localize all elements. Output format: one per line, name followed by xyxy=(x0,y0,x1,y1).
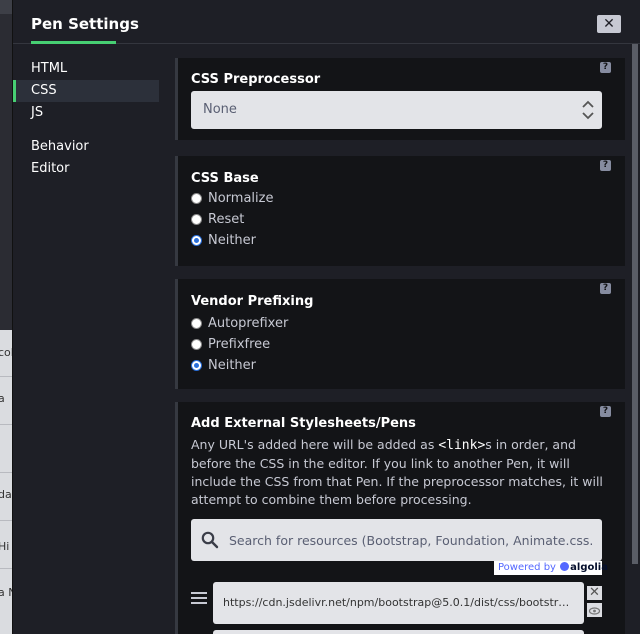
sidebar-item-editor[interactable]: Editor xyxy=(13,158,159,180)
background-fragment: da xyxy=(0,488,12,501)
css-preprocessor-select[interactable]: None xyxy=(191,91,602,129)
external-description: Any URL's added here will be added as <l… xyxy=(191,436,606,509)
drag-handle-icon[interactable] xyxy=(191,592,207,606)
help-icon[interactable]: ? xyxy=(600,283,611,294)
radio-button[interactable] xyxy=(191,317,202,329)
chevron-updown-icon xyxy=(582,100,594,120)
search-icon xyxy=(201,531,219,549)
title-underline xyxy=(31,41,116,44)
radio-label: Neither xyxy=(208,357,257,373)
remove-resource-button[interactable]: ✕ xyxy=(587,586,602,600)
settings-sidebar: HTML CSS JS Behavior Editor xyxy=(13,58,159,180)
radio-label: Normalize xyxy=(208,190,274,206)
background-editor-strip: col a da Hi a N xyxy=(0,0,12,634)
vendor-prefixing-panel: Vendor Prefixing ? Autoprefixer Prefixfr… xyxy=(175,279,625,389)
css-preprocessor-title: CSS Preprocessor xyxy=(191,72,321,87)
radio-label: Reset xyxy=(208,211,245,227)
radio-button-checked[interactable] xyxy=(191,234,202,246)
algolia-icon xyxy=(560,562,570,571)
radio-button[interactable] xyxy=(191,338,202,350)
description-text: Any URL's added here will be added as xyxy=(191,437,439,452)
powered-by-algolia[interactable]: Powered by algolia xyxy=(494,561,608,575)
background-fragment: col xyxy=(0,346,12,359)
help-icon[interactable]: ? xyxy=(600,62,611,73)
resource-url-input-empty[interactable] xyxy=(213,630,584,634)
resource-row: https://cdn.jsdelivr.net/npm/bootstrap@5… xyxy=(191,582,616,626)
sidebar-item-behavior[interactable]: Behavior xyxy=(13,136,159,158)
powered-by-text: Powered by xyxy=(498,562,556,573)
radio-button[interactable] xyxy=(191,192,202,204)
resource-search-box[interactable] xyxy=(191,519,602,561)
resource-search-input[interactable] xyxy=(229,519,594,561)
css-base-option-normalize[interactable]: Normalize xyxy=(191,189,273,207)
help-icon[interactable]: ? xyxy=(600,406,611,417)
background-topbar xyxy=(0,0,12,14)
radio-button[interactable] xyxy=(191,213,202,225)
external-stylesheets-panel: Add External Stylesheets/Pens ? Any URL'… xyxy=(175,402,625,634)
vendor-option-neither[interactable]: Neither xyxy=(191,356,256,374)
scrollbar-thumb[interactable] xyxy=(632,44,638,564)
background-divider xyxy=(0,472,12,473)
radio-button-checked[interactable] xyxy=(191,359,202,371)
css-preprocessor-panel: CSS Preprocessor ? None xyxy=(175,58,625,140)
css-base-panel: CSS Base ? Normalize Reset Neither xyxy=(175,156,625,266)
vendor-option-autoprefixer[interactable]: Autoprefixer xyxy=(191,314,288,332)
pen-settings-modal: Pen Settings ✕ HTML CSS JS Behavior Edit… xyxy=(12,0,640,634)
background-divider xyxy=(0,424,12,425)
help-icon[interactable]: ? xyxy=(600,160,611,171)
background-divider xyxy=(0,520,12,521)
eye-icon[interactable] xyxy=(587,603,602,617)
css-base-option-neither[interactable]: Neither xyxy=(191,231,256,249)
background-fragment: Hi xyxy=(0,540,10,553)
background-divider xyxy=(0,568,12,569)
modal-title: Pen Settings xyxy=(31,15,139,33)
resource-url-input[interactable]: https://cdn.jsdelivr.net/npm/bootstrap@5… xyxy=(213,582,584,624)
radio-label: Autoprefixer xyxy=(208,315,289,331)
background-fragment: a N xyxy=(0,586,12,599)
link-code: <link> xyxy=(438,438,486,453)
background-fragment: a xyxy=(0,392,5,405)
radio-label: Neither xyxy=(208,232,257,248)
close-button[interactable]: ✕ xyxy=(597,15,621,33)
vendor-prefixing-title: Vendor Prefixing xyxy=(191,294,314,309)
external-stylesheets-title: Add External Stylesheets/Pens xyxy=(191,416,416,431)
css-preprocessor-value: None xyxy=(203,102,237,117)
modal-scrollbar[interactable] xyxy=(631,44,639,634)
css-base-option-reset[interactable]: Reset xyxy=(191,210,244,228)
radio-label: Prefixfree xyxy=(208,336,271,352)
modal-header: Pen Settings ✕ xyxy=(13,0,640,44)
sidebar-item-html[interactable]: HTML xyxy=(13,58,159,80)
css-base-title: CSS Base xyxy=(191,171,259,186)
algolia-text: algolia xyxy=(570,562,608,573)
background-divider xyxy=(0,376,12,377)
sidebar-item-css[interactable]: CSS xyxy=(13,80,159,102)
sidebar-item-js[interactable]: JS xyxy=(13,102,159,124)
vendor-option-prefixfree[interactable]: Prefixfree xyxy=(191,335,270,353)
